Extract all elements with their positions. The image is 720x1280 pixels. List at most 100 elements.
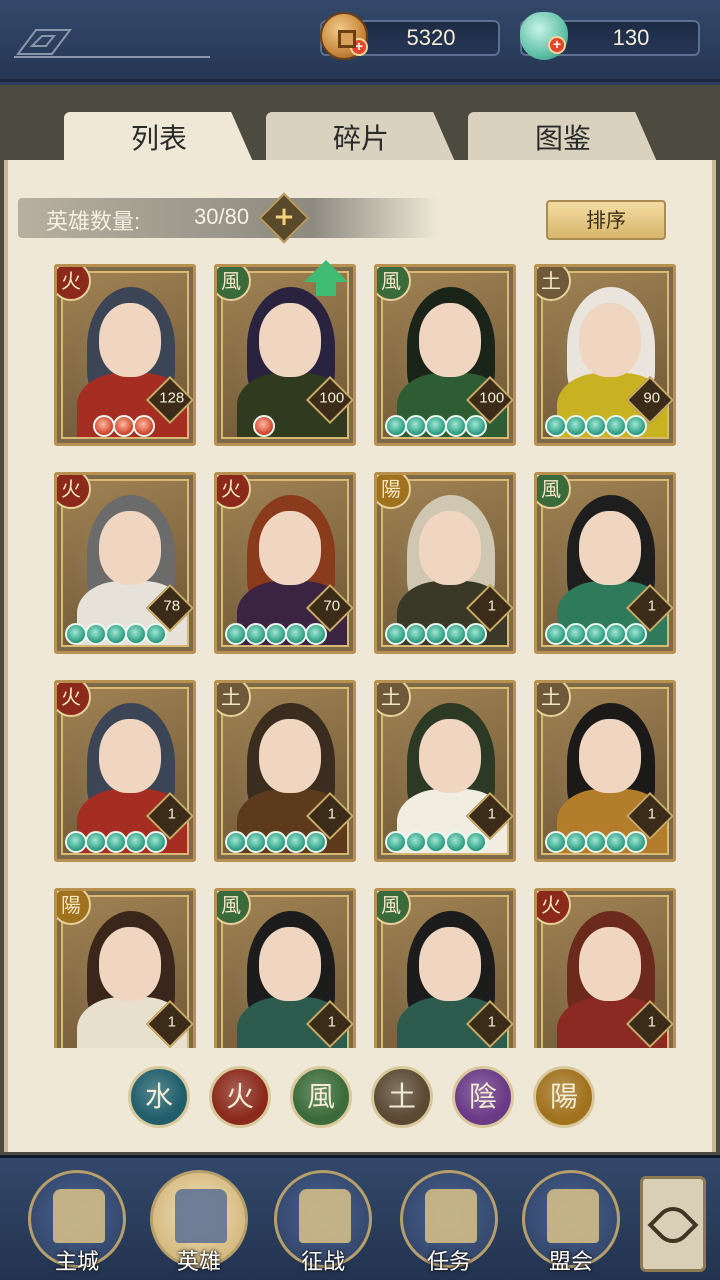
star-icon — [605, 623, 627, 645]
star-icon — [305, 831, 327, 853]
hero-card[interactable]: 陽1 — [374, 472, 516, 654]
hero-face — [99, 303, 161, 377]
star-icon — [565, 415, 587, 437]
hero-card[interactable]: 風1 — [374, 888, 516, 1048]
star-icon — [245, 623, 267, 645]
hero-level: 128 — [159, 389, 185, 407]
hero-level: 1 — [647, 1013, 656, 1031]
star-icon — [133, 415, 155, 437]
hero-card[interactable]: 火 70 — [214, 472, 356, 654]
jade-icon: + — [520, 12, 568, 60]
hero-card[interactable]: 火1 — [534, 888, 676, 1048]
element-filter-button[interactable]: 陽 — [533, 1066, 595, 1128]
hero-stars — [385, 623, 487, 645]
hero-level: 1 — [487, 597, 496, 615]
star-icon — [445, 415, 467, 437]
nav-label: 任务 — [426, 1250, 471, 1275]
star-icon — [105, 623, 127, 645]
hero-card[interactable]: 火1 — [54, 680, 196, 862]
hero-face — [99, 719, 161, 793]
star-icon — [385, 623, 407, 645]
star-icon — [385, 831, 407, 853]
star-icon — [585, 415, 607, 437]
hero-face — [259, 927, 321, 1001]
tab-list[interactable]: 列表 — [64, 112, 254, 164]
nav-alliance[interactable]: 盟会 — [522, 1170, 620, 1276]
hero-level: 1 — [167, 1013, 176, 1031]
nav-main-city[interactable]: 主城 — [28, 1170, 126, 1276]
hero-level: 1 — [647, 805, 656, 823]
hero-card[interactable]: 土 90 — [534, 264, 676, 446]
hero-face — [579, 719, 641, 793]
star-icon — [225, 623, 247, 645]
hero-stars — [545, 415, 647, 437]
hero-count-strip: 英雄数量: 30/80 — [18, 198, 438, 238]
star-icon — [465, 415, 487, 437]
more-menu-button[interactable] — [640, 1176, 706, 1272]
star-icon — [125, 831, 147, 853]
nav-glyph — [175, 1189, 227, 1243]
add-coins-icon[interactable]: + — [350, 38, 368, 56]
menu-ornament-icon[interactable] — [14, 24, 210, 58]
hero-stars — [93, 415, 155, 437]
nav-heroes[interactable]: 英雄 — [150, 1170, 248, 1276]
hero-card[interactable]: 火 128 — [54, 264, 196, 446]
hero-card[interactable]: 風1 — [214, 888, 356, 1048]
star-icon — [65, 623, 87, 645]
star-icon — [253, 415, 275, 437]
coin-balance[interactable]: + 5320 — [320, 12, 500, 60]
hero-card[interactable]: 陽1 — [54, 888, 196, 1048]
hero-card[interactable]: 土1 — [374, 680, 516, 862]
hero-stars — [545, 623, 647, 645]
hero-card[interactable]: 土1 — [214, 680, 356, 862]
star-icon — [285, 623, 307, 645]
hero-count-label: 英雄数量: — [46, 209, 141, 234]
star-icon — [425, 623, 447, 645]
sort-button[interactable]: 排序 — [546, 200, 666, 240]
star-icon — [265, 831, 287, 853]
star-icon — [245, 831, 267, 853]
element-filter-button[interactable]: 土 — [371, 1066, 433, 1128]
tab-codex[interactable]: 图鉴 — [468, 112, 658, 164]
star-icon — [425, 831, 447, 853]
star-icon — [585, 623, 607, 645]
add-jade-icon[interactable]: + — [548, 36, 566, 54]
hero-stars — [65, 831, 167, 853]
nav-label: 征战 — [300, 1250, 345, 1275]
star-icon — [565, 623, 587, 645]
hero-card[interactable]: 土1 — [534, 680, 676, 862]
element-filter-button[interactable]: 陰 — [452, 1066, 514, 1128]
star-icon — [625, 831, 647, 853]
star-icon — [465, 831, 487, 853]
hero-face — [259, 511, 321, 585]
element-filter-button[interactable]: 水 — [128, 1066, 190, 1128]
hero-stars — [225, 831, 327, 853]
hero-face — [579, 927, 641, 1001]
star-icon — [85, 623, 107, 645]
tab-fragments[interactable]: 碎片 — [266, 112, 456, 164]
hero-card[interactable]: 風1 — [534, 472, 676, 654]
coin-value: 5320 — [406, 25, 456, 50]
nav-tasks[interactable]: 任务 — [400, 1170, 498, 1276]
hero-stars — [225, 623, 327, 645]
star-icon — [545, 415, 567, 437]
hero-level: 1 — [327, 805, 336, 823]
hero-card[interactable]: 風 100 — [374, 264, 516, 446]
jade-balance[interactable]: + 130 — [520, 12, 700, 60]
star-icon — [405, 415, 427, 437]
nav-glyph — [53, 1189, 105, 1243]
bottom-nav: 主城 英雄 征战 任务 盟会 — [0, 1155, 720, 1280]
star-icon — [545, 831, 567, 853]
copper-coin-icon: + — [320, 12, 368, 60]
star-icon — [385, 415, 407, 437]
star-icon — [625, 623, 647, 645]
element-filter-button[interactable]: 風 — [290, 1066, 352, 1128]
top-bar: + 5320 + 130 — [0, 0, 720, 82]
element-filter-button[interactable]: 火 — [209, 1066, 271, 1128]
nav-campaign[interactable]: 征战 — [274, 1170, 372, 1276]
star-icon — [585, 831, 607, 853]
hero-stars — [385, 415, 487, 437]
hero-card[interactable]: 火 78 — [54, 472, 196, 654]
element-filter-row: 水火風土陰陽 — [128, 1066, 598, 1130]
hero-face — [259, 303, 321, 377]
